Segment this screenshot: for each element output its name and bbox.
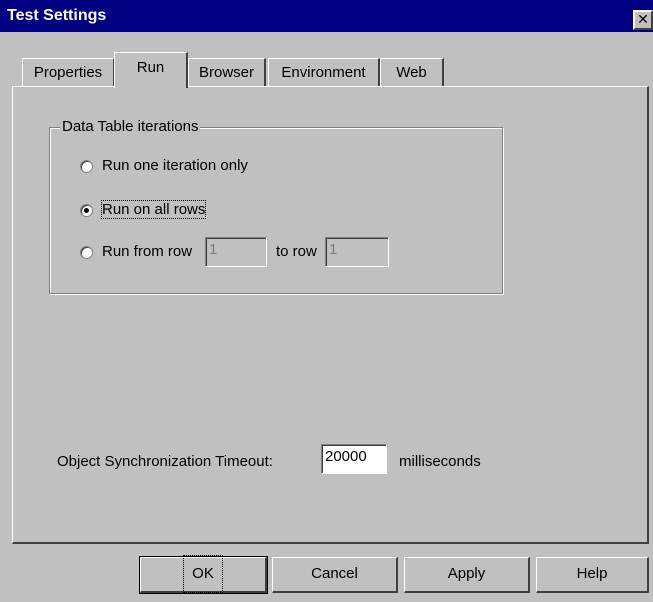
data-table-iterations-group: Data Table iterations Run one iteration … <box>49 118 503 294</box>
tab-label: Environment <box>281 64 366 81</box>
tab-run[interactable]: Run <box>114 52 188 88</box>
tab-label: Run <box>136 59 165 76</box>
help-button[interactable]: Help <box>536 557 649 593</box>
timeout-label: Object Synchronization Timeout: <box>57 453 273 470</box>
tab-environment[interactable]: Environment <box>268 58 380 86</box>
title-bar: Test Settings ✕ <box>0 0 653 32</box>
to-row-field[interactable]: 1 <box>325 237 389 267</box>
tab-properties[interactable]: Properties <box>22 58 115 86</box>
from-row-field[interactable]: 1 <box>205 237 267 267</box>
close-icon: ✕ <box>637 11 649 27</box>
apply-button[interactable]: Apply <box>404 557 530 593</box>
radio-label-run-one-iteration[interactable]: Run one iteration only <box>102 157 248 174</box>
cancel-button-label: Cancel <box>311 565 358 582</box>
tab-label: Browser <box>198 64 254 81</box>
apply-button-label: Apply <box>447 565 486 582</box>
window-title: Test Settings <box>7 7 107 24</box>
cancel-button[interactable]: Cancel <box>272 557 398 593</box>
radio-label-run-from-row[interactable]: Run from row <box>102 243 192 260</box>
ok-button-label: OK <box>183 555 223 593</box>
group-legend: Data Table iterations <box>60 118 201 135</box>
run-tab-panel: Data Table iterations Run one iteration … <box>12 86 649 544</box>
radio-run-all-rows[interactable] <box>80 204 93 217</box>
timeout-field[interactable]: 20000 <box>321 444 387 474</box>
tab-label: Properties <box>33 64 103 81</box>
tab-browser[interactable]: Browser <box>188 58 266 86</box>
ok-button[interactable]: OK <box>139 555 268 594</box>
timeout-unit-label: milliseconds <box>399 453 481 470</box>
radio-label-run-all-rows[interactable]: Run on all rows <box>100 200 207 219</box>
to-row-label: to row <box>276 243 317 260</box>
radio-run-one-iteration[interactable] <box>80 160 93 173</box>
close-button[interactable]: ✕ <box>633 10 653 30</box>
tab-label: Web <box>396 64 427 81</box>
help-button-label: Help <box>576 565 608 582</box>
radio-run-from-row[interactable] <box>80 246 93 259</box>
tab-web[interactable]: Web <box>380 58 444 86</box>
